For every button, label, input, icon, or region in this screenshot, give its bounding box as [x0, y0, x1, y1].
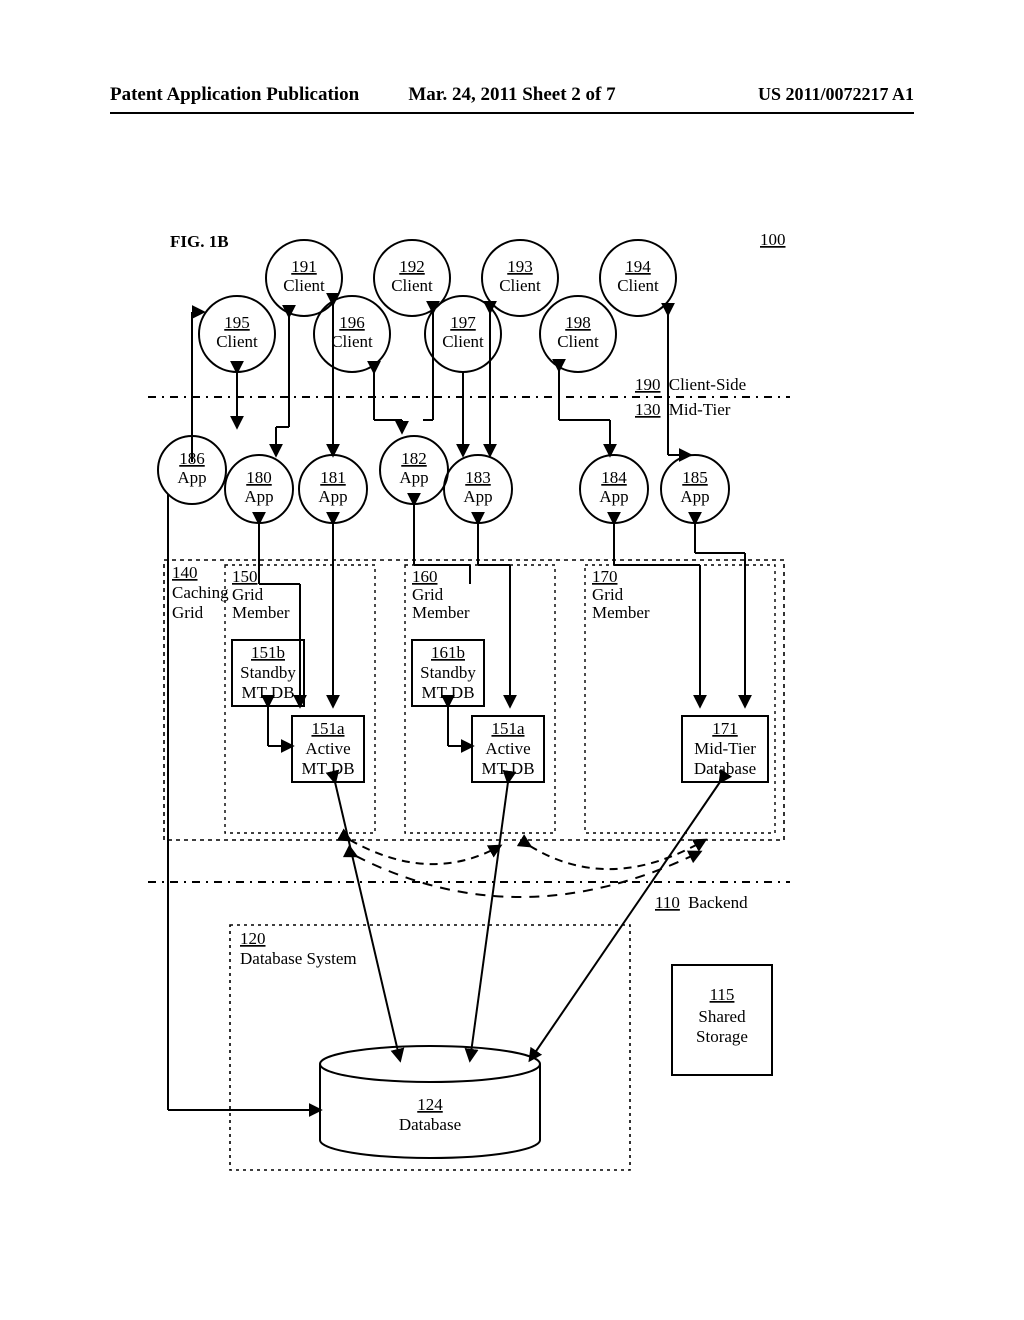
svg-text:App: App: [177, 468, 206, 487]
svg-text:Client: Client: [391, 276, 433, 295]
svg-text:App: App: [463, 487, 492, 506]
svg-text:196: 196: [339, 313, 365, 332]
client-191: 191 Client: [266, 240, 342, 316]
tier-client-side: 190 Client-Side: [635, 375, 746, 394]
svg-text:Mid-Tier: Mid-Tier: [694, 739, 756, 758]
svg-text:124: 124: [417, 1095, 443, 1114]
fig-label: FIG. 1B: [170, 232, 229, 251]
svg-text:Client: Client: [557, 332, 599, 351]
svg-text:Client: Client: [442, 332, 484, 351]
svg-text:170: 170: [592, 567, 618, 586]
svg-text:Standby: Standby: [240, 663, 296, 682]
svg-text:Member: Member: [412, 603, 470, 622]
svg-text:171: 171: [712, 719, 738, 738]
shared-storage: 115 Shared Storage: [672, 965, 772, 1075]
caching-grid-w1: Caching: [172, 583, 229, 602]
svg-text:160: 160: [412, 567, 438, 586]
client-194: 194 Client: [600, 240, 676, 316]
svg-text:Client: Client: [499, 276, 541, 295]
app-183: 183 App: [444, 455, 512, 523]
svg-text:151a: 151a: [491, 719, 525, 738]
svg-text:Client: Client: [617, 276, 659, 295]
svg-text:Grid: Grid: [232, 585, 264, 604]
svg-text:115: 115: [710, 985, 735, 1004]
svg-text:Grid: Grid: [592, 585, 624, 604]
svg-text:Member: Member: [232, 603, 290, 622]
caching-grid-w2: Grid: [172, 603, 204, 622]
active-151a-left: 151a Active MT DB: [292, 716, 364, 782]
caching-grid-num: 140: [172, 563, 198, 582]
app-182: 182 App: [380, 436, 448, 504]
svg-text:193: 193: [507, 257, 533, 276]
svg-text:Active: Active: [485, 739, 530, 758]
svg-text:MT DB: MT DB: [481, 759, 534, 778]
svg-text:191: 191: [291, 257, 317, 276]
tier-mid-tier: 130 Mid-Tier: [635, 400, 731, 419]
svg-text:195: 195: [224, 313, 250, 332]
svg-text:185: 185: [682, 468, 708, 487]
svg-text:198: 198: [565, 313, 591, 332]
database-cylinder: 124 Database: [320, 1046, 540, 1158]
svg-text:186: 186: [179, 449, 205, 468]
svg-text:180: 180: [246, 468, 272, 487]
svg-text:161b: 161b: [431, 643, 465, 662]
client-196: 196 Client: [314, 296, 390, 372]
svg-text:183: 183: [465, 468, 491, 487]
client-198: 198 Client: [540, 296, 616, 372]
svg-text:App: App: [599, 487, 628, 506]
app-185: 185 App: [661, 455, 729, 523]
svg-text:Database System: Database System: [240, 949, 357, 968]
tier-backend: 110 Backend: [655, 893, 748, 912]
standby-161b: 161b Standby MT DB: [412, 640, 484, 706]
svg-text:182: 182: [401, 449, 427, 468]
ref-100: 100: [760, 230, 786, 249]
svg-text:App: App: [244, 487, 273, 506]
figure-1b: FIG. 1B 100 191 Client 192 Client 193 Cl…: [0, 0, 1024, 1320]
svg-text:150: 150: [232, 567, 258, 586]
svg-text:MT DB: MT DB: [301, 759, 354, 778]
svg-text:App: App: [318, 487, 347, 506]
svg-text:192: 192: [399, 257, 425, 276]
app-180: 180 App: [225, 455, 293, 523]
svg-text:App: App: [680, 487, 709, 506]
svg-text:194: 194: [625, 257, 651, 276]
app-181: 181 App: [299, 455, 367, 523]
svg-text:197: 197: [450, 313, 476, 332]
svg-text:151b: 151b: [251, 643, 285, 662]
svg-text:Grid: Grid: [412, 585, 444, 604]
svg-text:Active: Active: [305, 739, 350, 758]
midtier-db-171: 171 Mid-Tier Database: [682, 716, 768, 782]
active-151a-right: 151a Active MT DB: [472, 716, 544, 782]
svg-text:Member: Member: [592, 603, 650, 622]
svg-text:MT DB: MT DB: [241, 683, 294, 702]
svg-text:MT DB: MT DB: [421, 683, 474, 702]
svg-text:Client: Client: [331, 332, 373, 351]
client-193: 193 Client: [482, 240, 558, 316]
svg-text:Database: Database: [694, 759, 756, 778]
svg-text:Storage: Storage: [696, 1027, 748, 1046]
svg-text:120: 120: [240, 929, 266, 948]
svg-text:Database: Database: [399, 1115, 461, 1134]
svg-text:184: 184: [601, 468, 627, 487]
svg-text:Standby: Standby: [420, 663, 476, 682]
svg-text:151a: 151a: [311, 719, 345, 738]
svg-text:Client: Client: [283, 276, 325, 295]
svg-text:App: App: [399, 468, 428, 487]
svg-text:Shared: Shared: [698, 1007, 746, 1026]
svg-text:Client: Client: [216, 332, 258, 351]
standby-151b: 151b Standby MT DB: [232, 640, 304, 706]
svg-text:181: 181: [320, 468, 346, 487]
app-184: 184 App: [580, 455, 648, 523]
client-195: 195 Client: [199, 296, 275, 372]
